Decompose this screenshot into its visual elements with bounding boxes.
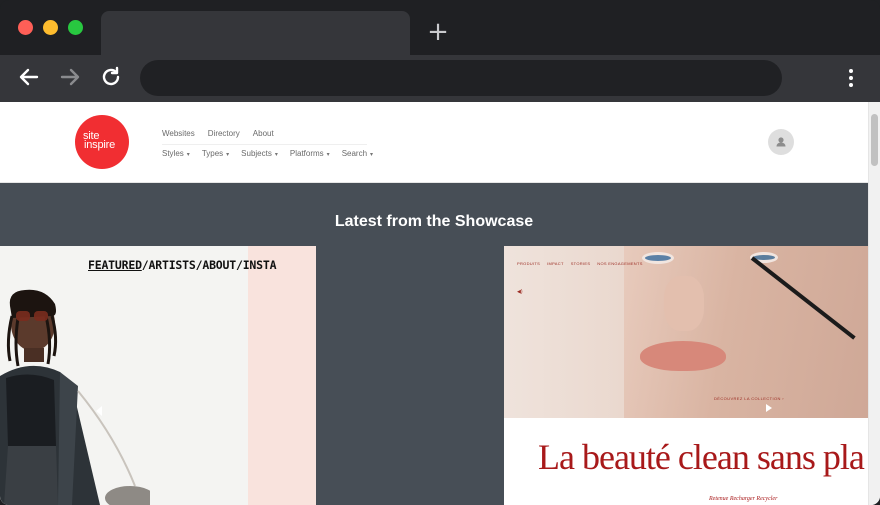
primary-nav: Websites Directory About <box>162 129 274 141</box>
nav-search[interactable]: Search ▾ <box>342 149 373 161</box>
logo-text-bottom: inspire <box>84 139 116 151</box>
page-scrollbar[interactable] <box>868 102 880 505</box>
beauty-photo <box>504 246 868 418</box>
nav-about[interactable]: About <box>253 129 274 141</box>
nav-styles-label: Styles <box>162 149 184 158</box>
beauty-subline: Retenue Recharger Recycler <box>709 496 778 502</box>
maximize-window-button[interactable] <box>68 20 83 35</box>
site-logo[interactable]: site inspire <box>75 115 129 169</box>
new-tab-button[interactable]: + <box>427 19 449 45</box>
nav-styles[interactable]: Styles ▾ <box>162 149 190 161</box>
close-window-button[interactable] <box>18 20 33 35</box>
collection-cta: DÉCOUVREZ LA COLLECTION › <box>714 396 785 401</box>
nav-websites[interactable]: Websites <box>162 129 195 141</box>
nav-impact: IMPACT <box>547 261 564 266</box>
nav-directory[interactable]: Directory <box>208 129 240 141</box>
beauty-site-nav: PRODUITS IMPACT STORIES NOS ENGAGEMENTS <box>517 261 643 266</box>
nav-subjects[interactable]: Subjects ▾ <box>241 149 278 161</box>
nav-platforms[interactable]: Platforms ▾ <box>290 149 330 161</box>
caret-down-icon: ▾ <box>274 152 278 158</box>
showcase-section: Latest from the Showcase FEATURED/ARTIST… <box>0 183 868 505</box>
back-icon[interactable] <box>15 63 43 91</box>
minimize-window-button[interactable] <box>43 20 58 35</box>
caret-down-icon: ▾ <box>186 152 190 158</box>
nav-stories: STORIES <box>570 261 591 266</box>
mascara-wand <box>750 256 856 340</box>
active-tab[interactable] <box>101 11 410 55</box>
reload-icon[interactable] <box>97 63 125 91</box>
featured-site-nav: FEATURED/ARTISTS/ABOUT/INSTA <box>88 258 277 272</box>
caret-down-icon: ▾ <box>370 152 374 158</box>
portrait-image <box>0 289 150 505</box>
beauty-headline: La beauté clean sans pla <box>538 437 865 477</box>
caret-down-icon: ▾ <box>226 152 230 158</box>
carousel-prev-icon[interactable] <box>96 406 102 416</box>
secondary-nav: Styles ▾ Types ▾ Subjects ▾ Platforms ▾ Sear… <box>162 149 373 161</box>
scrollbar-thumb[interactable] <box>871 114 878 166</box>
forward-icon[interactable] <box>56 63 84 91</box>
menu-icon[interactable] <box>842 67 860 89</box>
carousel-next-icon[interactable] <box>766 404 772 412</box>
user-icon <box>776 137 786 147</box>
user-account-button[interactable] <box>768 129 794 155</box>
browser-window: + site inspire Websites Directory About … <box>0 0 880 505</box>
caret-down-icon: ▾ <box>326 152 330 158</box>
nav-produits: PRODUITS <box>517 261 541 266</box>
nav-search-label: Search <box>341 149 368 158</box>
showcase-card-left[interactable]: FEATURED/ARTISTS/ABOUT/INSTA <box>0 246 316 505</box>
nav-types[interactable]: Types ▾ <box>202 149 229 161</box>
nav-engagements: NOS ENGAGEMENTS <box>597 261 643 266</box>
nav-subjects-label: Subjects <box>241 149 272 158</box>
nav-types-label: Types <box>201 149 224 158</box>
nav-divider <box>162 144 367 145</box>
showcase-card-right[interactable]: PRODUITS IMPACT STORIES NOS ENGAGEMENTS … <box>504 246 868 505</box>
card-pink-strip <box>248 246 316 505</box>
address-bar[interactable] <box>140 60 782 96</box>
showcase-title: Latest from the Showcase <box>334 213 534 230</box>
nav-platforms-label: Platforms <box>289 149 324 158</box>
site-header: site inspire Websites Directory About St… <box>0 102 868 183</box>
web-page: site inspire Websites Directory About St… <box>0 102 880 505</box>
sound-icon: ◀) <box>517 289 523 295</box>
browser-titlebar: + <box>0 0 880 55</box>
